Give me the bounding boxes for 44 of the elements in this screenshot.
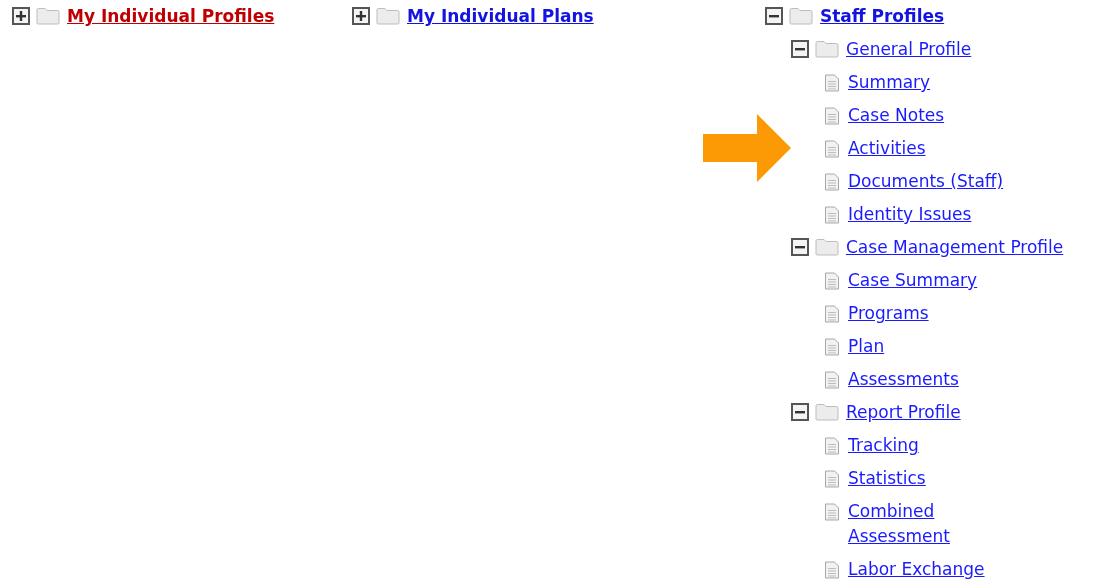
document-icon <box>824 470 840 488</box>
document-icon <box>824 503 840 521</box>
document-icon <box>824 561 840 579</box>
folder-icon <box>815 238 839 256</box>
folder-icon <box>789 7 813 25</box>
tree-link[interactable]: Documents (Staff) <box>848 169 1004 194</box>
document-icon <box>824 173 840 191</box>
tree-link[interactable]: Plan <box>848 334 885 359</box>
tree-link[interactable]: General Profile <box>846 37 972 62</box>
document-icon <box>824 338 840 356</box>
document-icon <box>824 140 840 158</box>
document-icon <box>824 272 840 290</box>
tree-link[interactable]: Programs <box>848 301 929 326</box>
document-icon <box>824 437 840 455</box>
expand-icon[interactable] <box>352 7 370 25</box>
folder-icon <box>815 40 839 58</box>
collapse-icon[interactable] <box>791 238 809 256</box>
document-icon <box>824 371 840 389</box>
tree-link[interactable]: Case Management Profile <box>846 235 1064 260</box>
collapse-icon[interactable] <box>791 403 809 421</box>
tree-link[interactable]: Staff Profiles <box>820 4 945 29</box>
document-icon <box>824 305 840 323</box>
document-icon <box>824 206 840 224</box>
tree-link[interactable]: Combined Assessment <box>848 499 1028 549</box>
folder-icon <box>815 403 839 421</box>
collapse-icon[interactable] <box>791 40 809 58</box>
tree-link[interactable]: Case Notes <box>848 103 945 128</box>
tree-link[interactable]: Activities <box>848 136 926 161</box>
collapse-icon[interactable] <box>765 7 783 25</box>
tree-link[interactable]: Summary <box>848 70 931 95</box>
tree-link[interactable]: Report Profile <box>846 400 961 425</box>
folder-icon <box>36 7 60 25</box>
tree-link[interactable]: Labor Exchange <box>848 557 985 579</box>
tree-link[interactable]: My Individual Plans <box>407 4 594 29</box>
tree-link[interactable]: Case Summary <box>848 268 978 293</box>
document-icon <box>824 107 840 125</box>
tree-link[interactable]: Identity Issues <box>848 202 972 227</box>
tree-link[interactable]: Tracking <box>848 433 919 458</box>
expand-icon[interactable] <box>12 7 30 25</box>
folder-icon <box>376 7 400 25</box>
tree-link[interactable]: Statistics <box>848 466 926 491</box>
tree-link[interactable]: Assessments <box>848 367 959 392</box>
tree-link[interactable]: My Individual Profiles <box>67 4 275 29</box>
document-icon <box>824 74 840 92</box>
